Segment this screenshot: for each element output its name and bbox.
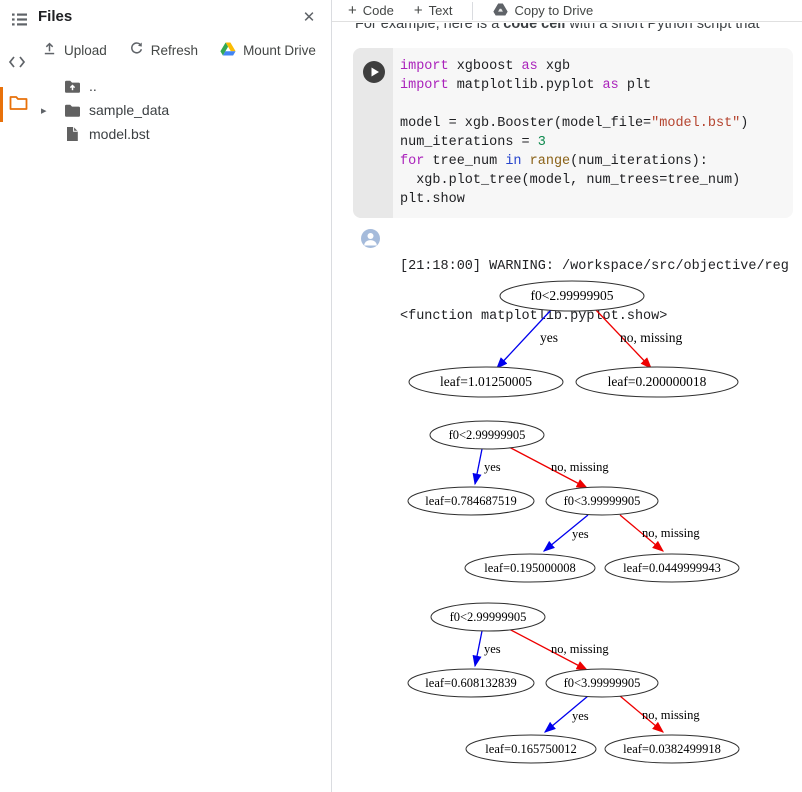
file-row-parent-dir[interactable]: .. (36, 74, 326, 98)
drive-icon (493, 3, 508, 19)
copy-to-drive-label: Copy to Drive (514, 3, 593, 18)
file-icon (63, 126, 81, 142)
cell-output-text: [21:18:00] WARNING: /workspace/src/objec… (400, 226, 789, 358)
upload-icon (42, 41, 57, 59)
add-code-button[interactable]: + Code (348, 2, 394, 19)
file-row-model-bst[interactable]: model.bst (36, 122, 326, 146)
file-label: sample_data (89, 102, 169, 118)
output-warning-line: [21:18:00] WARNING: /workspace/src/objec… (400, 259, 789, 276)
chevron-right-icon[interactable]: ▸ (41, 104, 63, 117)
add-text-label: Text (429, 3, 453, 18)
drive-icon (220, 42, 236, 59)
mount-drive-label: Mount Drive (243, 43, 316, 58)
code-cell: import xgboost as xgbimport matplotlib.p… (353, 48, 793, 218)
table-of-contents-icon[interactable] (9, 9, 29, 29)
mount-drive-button[interactable]: Mount Drive (220, 42, 316, 59)
file-label: .. (89, 78, 97, 94)
intro-text: with a short Python script that (565, 23, 759, 32)
files-panel-toolbar: Upload Refresh Mount Drive (42, 40, 316, 60)
markdown-text-clipped: For example, here is a code cell with a … (355, 23, 802, 38)
code-editor[interactable]: import xgboost as xgbimport matplotlib.p… (400, 57, 789, 209)
play-icon (363, 61, 385, 83)
toolbar-separator (472, 2, 473, 20)
left-rail (0, 0, 36, 792)
upload-button[interactable]: Upload (42, 41, 107, 59)
intro-bold-text: code cell (503, 23, 565, 32)
notebook-toolbar: + Code + Text Copy to Drive (332, 0, 802, 22)
file-label: model.bst (89, 126, 150, 142)
file-row-sample-data[interactable]: ▸ sample_data (36, 98, 326, 122)
intro-text: For example, here is a (355, 23, 503, 32)
upload-label: Upload (64, 43, 107, 58)
file-tree: .. ▸ sample_data model.bst (36, 74, 326, 146)
run-cell-button[interactable] (363, 61, 385, 83)
plus-icon: + (414, 2, 423, 19)
notebook-pane: + Code + Text Copy to Drive For example,… (332, 0, 802, 792)
files-icon[interactable] (8, 92, 28, 112)
output-result-line: <function matplotlib.pyplot.show> (400, 309, 789, 326)
files-panel-title: Files (38, 8, 72, 25)
code-snippets-icon[interactable] (7, 52, 27, 72)
refresh-icon (129, 41, 144, 59)
add-text-button[interactable]: + Text (414, 2, 453, 19)
plus-icon: + (348, 2, 357, 19)
folder-icon (63, 103, 81, 118)
refresh-label: Refresh (151, 43, 198, 58)
close-icon[interactable]: ✕ (299, 7, 319, 27)
active-tab-indicator (0, 87, 3, 122)
folder-up-icon (63, 79, 81, 94)
add-code-label: Code (363, 3, 394, 18)
copy-to-drive-button[interactable]: Copy to Drive (493, 3, 593, 19)
refresh-button[interactable]: Refresh (129, 41, 198, 59)
user-avatar (361, 229, 380, 248)
files-panel: Files ✕ Upload Refresh Mount Drive (0, 0, 331, 792)
